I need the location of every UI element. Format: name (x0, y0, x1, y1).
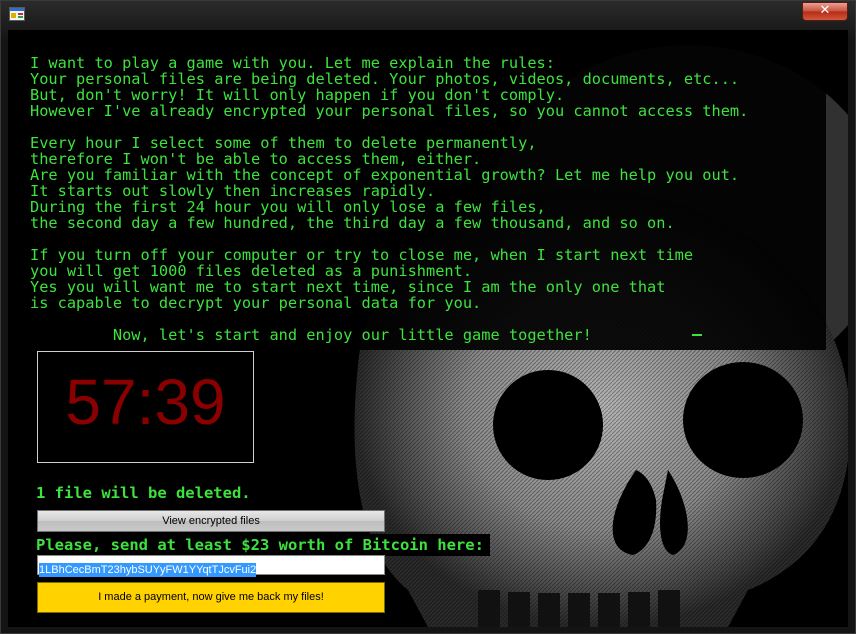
text-cursor (692, 334, 702, 336)
view-encrypted-files-button[interactable]: View encrypted files (37, 510, 385, 532)
close-icon: ✕ (819, 3, 831, 18)
deletion-notice: 1 file will be deleted. (36, 484, 251, 502)
bitcoin-address-field[interactable]: 1LBhCecBmT23hybSUYyFW1YYqtTJcvFui2 (37, 555, 385, 577)
close-button[interactable]: ✕ (802, 2, 848, 21)
client-area: I want to play a game with you. Let me e… (8, 30, 848, 627)
app-window-icon (9, 7, 25, 21)
ransomware-window: ✕ I want to play a game with you. Let me… (0, 0, 856, 634)
payment-prompt: Please, send at least $23 worth of Bitco… (36, 534, 490, 556)
title-bar[interactable]: ✕ (1, 1, 855, 31)
countdown-panel: 57:39 (37, 351, 254, 463)
ransom-message: I want to play a game with you. Let me e… (30, 54, 749, 344)
bitcoin-address: 1LBhCecBmT23hybSUYyFW1YYqtTJcvFui2 (39, 563, 257, 577)
countdown-timer: 57:39 (65, 366, 226, 438)
payment-made-button[interactable]: I made a payment, now give me back my fi… (37, 582, 385, 613)
